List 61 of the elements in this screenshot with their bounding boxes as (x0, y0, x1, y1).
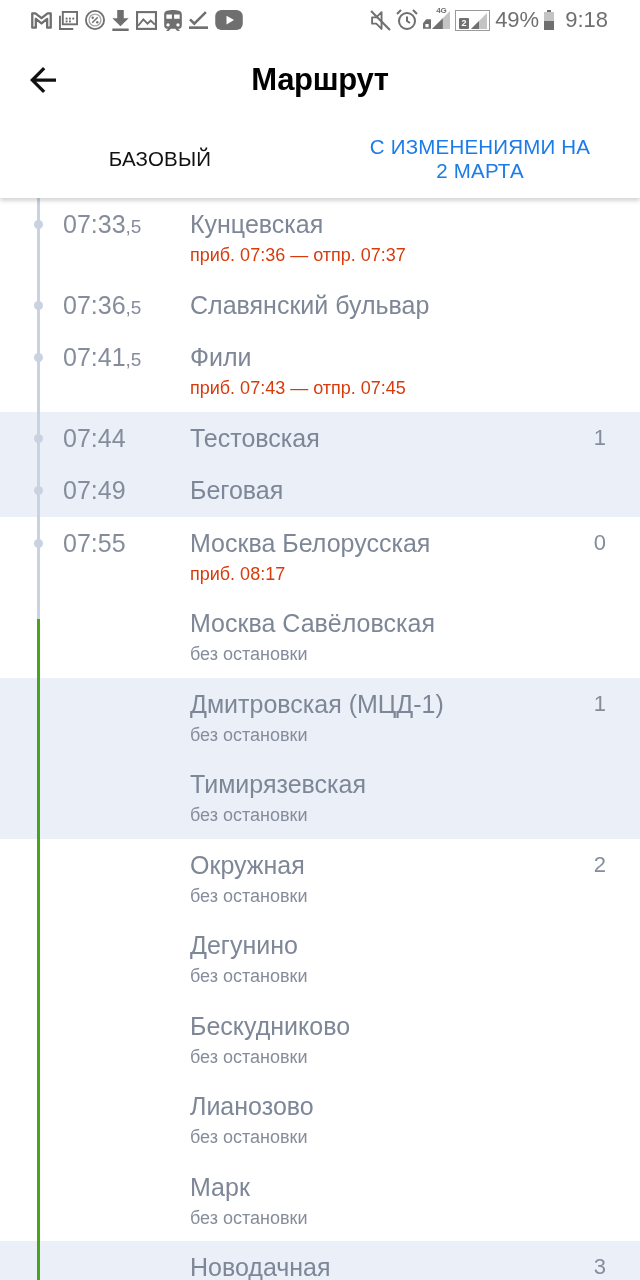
station-name[interactable]: Славянский бульвар (190, 288, 606, 321)
station-note: без остановки (190, 723, 309, 747)
tab[interactable]: БАЗОВЫЙ (0, 120, 320, 198)
station-note: приб. 08:17 (190, 562, 287, 586)
departure-time: 07:55 (63, 528, 126, 557)
station-note: без остановки (190, 804, 309, 827)
sim-icon (423, 19, 432, 29)
battery-icon (544, 10, 555, 30)
station-note: без остановки (190, 965, 309, 988)
alarm-icon (396, 9, 419, 31)
download-icon (112, 9, 129, 31)
back-arrow-icon (30, 67, 56, 93)
station-name[interactable]: Дегунино (190, 929, 606, 961)
station-name[interactable]: Бескудниково (190, 1009, 606, 1042)
station-name[interactable]: Москва Белорусская (190, 526, 594, 559)
signal-icon (432, 11, 451, 29)
clock-time: 9:18 (565, 8, 608, 32)
sim-number-label: 2 (459, 17, 470, 29)
video-play-icon (215, 10, 243, 30)
station-name[interactable]: Лианозово (190, 1090, 606, 1122)
station-name[interactable]: Тимирязевская (190, 768, 606, 800)
station-name[interactable]: Окружная (190, 848, 594, 881)
zone-number: 1 (593, 689, 606, 718)
zone-number: 1 (593, 423, 606, 452)
window-icon (59, 10, 78, 30)
station-note: без остановки (190, 643, 309, 666)
mail-icon (31, 11, 52, 29)
stop-marker-icon (34, 433, 43, 443)
station-note: без остановки (190, 884, 309, 908)
network-type-label: 4G (436, 7, 447, 15)
station-note: приб. 07:43 — отпр. 07:45 (190, 377, 407, 400)
mute-icon (370, 9, 392, 31)
station-note: без остановки (190, 1126, 309, 1149)
station-name[interactable]: Фили (190, 341, 606, 373)
percent-circle-icon (85, 10, 105, 30)
stop-marker-icon (34, 220, 43, 229)
station-note: без остановки (190, 1045, 309, 1069)
zone-number: 2 (593, 850, 606, 879)
station-name[interactable]: Кунцевская (190, 208, 606, 240)
train-icon (164, 9, 182, 31)
station-name[interactable]: Москва Савёловская (190, 607, 606, 639)
battery-percent: 49% (495, 8, 540, 32)
stop-marker-icon (34, 300, 43, 310)
station-name[interactable]: Тестовская (190, 421, 594, 454)
screen-title: Маршрут (251, 61, 389, 99)
stop-marker-icon (34, 486, 43, 495)
image-icon (136, 10, 157, 30)
stop-marker-icon (34, 538, 43, 548)
station-note: без остановки (190, 1206, 309, 1230)
signal-icon (471, 12, 488, 29)
station-name[interactable]: Дмитровская (МЦД-1) (190, 687, 594, 720)
departure-time: 07:44 (63, 423, 126, 452)
station-note: приб. 07:36 — отпр. 07:37 (190, 244, 407, 267)
station-name[interactable]: Беговая (190, 474, 606, 506)
tab[interactable]: С ИЗМЕНЕНИЯМИ НА 2 МАРТА (320, 120, 640, 198)
stop-marker-icon (34, 353, 43, 362)
departure-time: 07:49 (63, 476, 126, 504)
zone-number: 3 (593, 1253, 606, 1280)
zone-number: 0 (593, 528, 606, 557)
task-check-icon (189, 11, 208, 29)
station-name[interactable]: Марк (190, 1170, 606, 1203)
